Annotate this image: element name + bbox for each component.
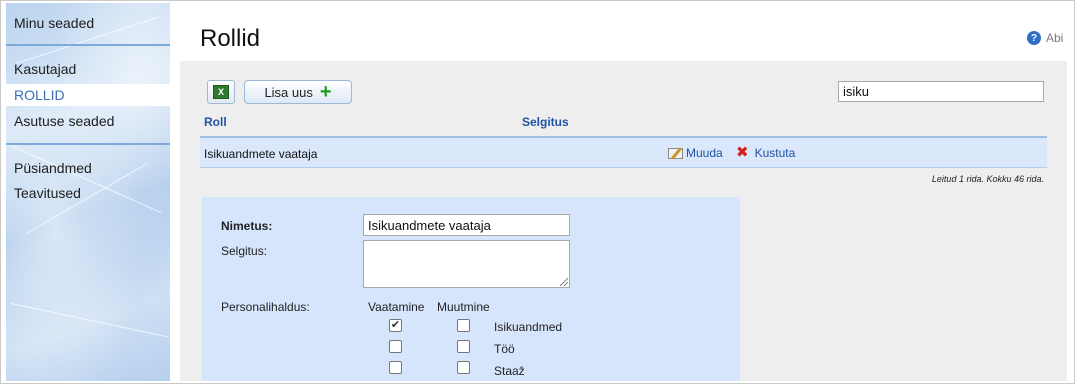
export-excel-button[interactable]: X [207, 80, 235, 104]
sidebar-item-minu-seaded[interactable]: Minu seaded [6, 12, 170, 34]
sidebar: Minu seaded Kasutajad ROLLID Asutuse sea… [6, 3, 170, 381]
role-name: Isikuandmete vaataja [204, 147, 318, 161]
delete-link[interactable]: ✖ Kustuta [736, 144, 796, 161]
add-new-label: Lisa uus [264, 84, 313, 100]
name-label: Nimetus: [221, 219, 273, 233]
description-label: Selgitus: [221, 244, 268, 258]
column-view-label: Vaatamine [368, 300, 425, 314]
name-field[interactable] [363, 214, 570, 236]
result-count: Leitud 1 rida. Kokku 46 rida. [931, 174, 1044, 184]
help-link[interactable]: ? Abi [1027, 30, 1063, 46]
sidebar-item-asutuse-seaded[interactable]: Asutuse seaded [6, 110, 170, 132]
view-checkbox-isikuandmed[interactable]: ✔ [389, 319, 402, 332]
search-input[interactable] [838, 81, 1044, 102]
help-icon: ? [1027, 31, 1041, 45]
edit-checkbox-staaz[interactable] [457, 361, 470, 374]
sidebar-item-kasutajad[interactable]: Kasutajad [6, 58, 170, 80]
sidebar-divider [6, 143, 170, 145]
plus-icon: + [319, 81, 332, 103]
column-header-roll[interactable]: Roll [204, 115, 227, 129]
add-new-button[interactable]: Lisa uus + [244, 80, 352, 104]
sidebar-item-pusiandmed[interactable]: Püsiandmed [6, 157, 170, 179]
edit-checkbox-too[interactable] [457, 340, 470, 353]
permission-label-staaz: Staaž [494, 364, 525, 378]
section-label: Personalihaldus: [221, 300, 310, 314]
edit-label: Muuda [686, 146, 723, 160]
edit-icon [668, 147, 683, 159]
edit-checkbox-isikuandmed[interactable] [457, 319, 470, 332]
description-field[interactable] [363, 240, 570, 288]
view-checkbox-staaz[interactable] [389, 361, 402, 374]
excel-icon: X [213, 85, 229, 99]
page-title: Rollid [200, 25, 261, 52]
delete-icon: ✖ [736, 144, 749, 161]
help-label: Abi [1046, 31, 1064, 45]
resize-handle[interactable] [560, 278, 568, 286]
sidebar-item-rollid[interactable]: ROLLID [6, 84, 170, 106]
table-row[interactable]: Isikuandmete vaataja Muuda ✖ Kustuta [200, 138, 1047, 168]
view-checkbox-too[interactable] [389, 340, 402, 353]
sidebar-divider [6, 44, 170, 46]
column-header-selgitus[interactable]: Selgitus [522, 115, 569, 129]
sidebar-item-teavitused[interactable]: Teavitused [6, 182, 170, 204]
edit-link[interactable]: Muuda [668, 146, 723, 160]
column-edit-label: Muutmine [437, 300, 490, 314]
delete-label: Kustuta [754, 146, 796, 160]
permission-label-too: Töö [494, 342, 515, 356]
permission-label-isikuandmed: Isikuandmed [494, 320, 563, 334]
